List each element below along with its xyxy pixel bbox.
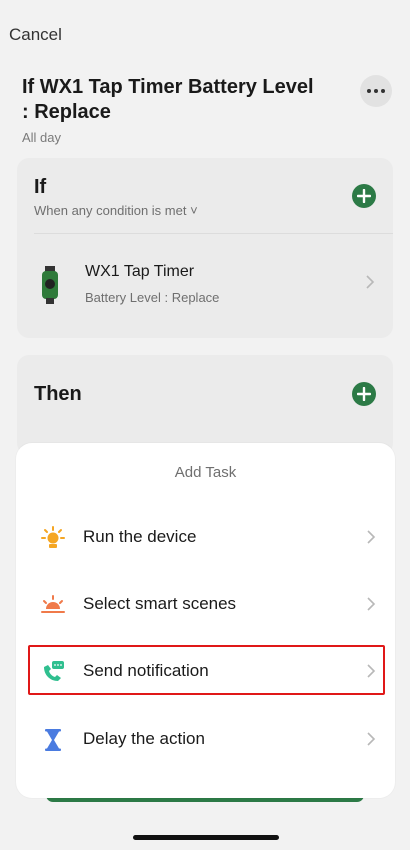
sun-icon [41,526,65,548]
chevron-right-icon [367,597,376,611]
cancel-button[interactable]: Cancel [9,25,62,45]
more-icon[interactable] [360,75,392,107]
sunset-icon [41,595,65,613]
page-title: If WX1 Tap Timer Battery Level : Replace [22,76,314,123]
chevron-right-icon [367,732,376,746]
if-card: If When any condition is met ˅ WX1 Tap T… [17,158,393,338]
task-label: Delay the action [83,729,205,748]
task-select-scenes[interactable]: Select smart scenes [28,579,386,629]
add-task-sheet: Add Task Run the device Select smart sce… [16,443,395,798]
chevron-right-icon [367,530,376,544]
condition-mode-dropdown[interactable]: When any condition is met ˅ [34,203,198,218]
schedule-label[interactable]: All day [22,130,61,145]
if-heading: If [34,176,47,198]
task-run-device[interactable]: Run the device [28,512,386,562]
home-indicator [133,835,279,840]
divider [34,233,393,234]
then-heading: Then [34,383,82,405]
task-delay-action[interactable]: Delay the action [28,714,386,764]
task-label: Run the device [83,527,197,546]
task-label: Select smart scenes [83,594,237,613]
device-name: WX1 Tap Timer [85,263,195,280]
then-card: Then [17,355,393,455]
add-condition-button[interactable] [352,184,376,208]
device-condition: Battery Level : Replace [85,290,220,305]
chevron-right-icon [366,275,375,289]
hourglass-icon [45,729,61,751]
add-action-button[interactable] [352,382,376,406]
selection-highlight [28,645,385,695]
sheet-title: Add Task [174,464,237,481]
plus-icon [357,387,371,401]
tap-timer-device-icon [42,266,58,304]
condition-device-row[interactable]: WX1 Tap Timer Battery Level : Replace [17,248,393,318]
plus-icon [357,189,371,203]
